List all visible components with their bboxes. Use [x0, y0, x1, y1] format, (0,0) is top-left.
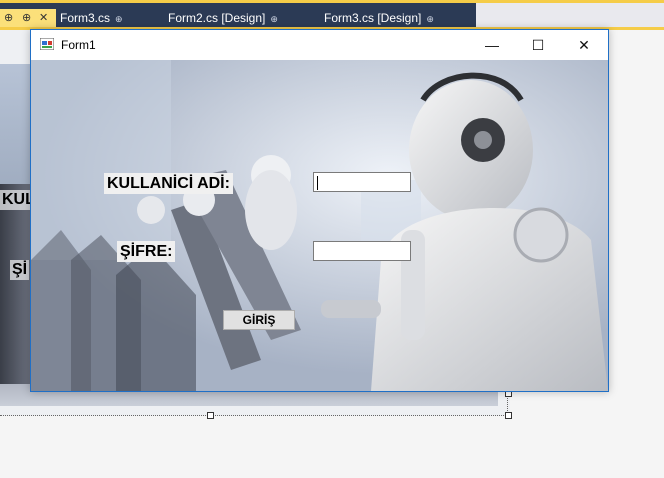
close-icon[interactable]: ✕	[39, 9, 48, 27]
window-title: Form1	[61, 38, 96, 52]
pin-icon[interactable]: ⊕	[4, 9, 13, 27]
tab-form3-design[interactable]: Form3.cs [Design] ⊕	[324, 9, 434, 27]
tab-form3-cs[interactable]: Form3.cs ⊕	[60, 9, 123, 27]
tab-form2-design[interactable]: Form2.cs [Design] ⊕	[168, 9, 278, 27]
tab-label: Form2.cs [Design]	[168, 11, 266, 25]
pin-icon[interactable]: ⊕	[115, 14, 123, 24]
resize-handle-bottom-right[interactable]	[505, 412, 512, 419]
tab-label: Form3.cs	[60, 11, 111, 25]
username-label: KULLANİCİ ADİ:	[104, 173, 233, 194]
password-input[interactable]	[314, 242, 410, 260]
maximize-icon[interactable]: ☐	[515, 30, 561, 60]
password-label: ŞİFRE:	[117, 241, 176, 262]
minimize-icon[interactable]: —	[469, 30, 515, 60]
robots-background-image	[31, 60, 608, 391]
selection-outline-bottom	[0, 415, 508, 416]
login-button[interactable]: GİRİŞ	[223, 310, 295, 330]
resize-handle-bottom[interactable]	[207, 412, 214, 419]
title-bar[interactable]: Form1 — ☐ ✕	[31, 30, 608, 60]
form-client-area: KULLANİCİ ADİ: ŞİFRE: GİRİŞ	[31, 60, 608, 391]
tab-label: Form3.cs [Design]	[324, 11, 422, 25]
username-field[interactable]	[313, 172, 411, 192]
close-icon[interactable]: ✕	[561, 30, 607, 60]
form1-window[interactable]: Form1 — ☐ ✕ KULLANİCİ ADİ: ŞİFRE: GİRİŞ	[30, 29, 609, 392]
password-field[interactable]	[313, 241, 411, 261]
username-input[interactable]	[314, 173, 410, 191]
app-icon	[40, 38, 54, 50]
pin-icon[interactable]: ⊕	[426, 14, 434, 24]
designer-password-label[interactable]: Şİ	[10, 260, 30, 280]
pin-icon[interactable]: ⊕	[270, 14, 278, 24]
active-tab-controls[interactable]: ⊕ ⊕ ✕	[0, 9, 56, 27]
ide-tab-strip: ⊕ ⊕ ✕ Form3.cs ⊕ Form2.cs [Design] ⊕ Form3…	[0, 0, 664, 30]
pin-icon[interactable]: ⊕	[22, 9, 31, 27]
text-caret	[317, 176, 318, 190]
ide-tab-strip-empty-area	[476, 3, 664, 27]
